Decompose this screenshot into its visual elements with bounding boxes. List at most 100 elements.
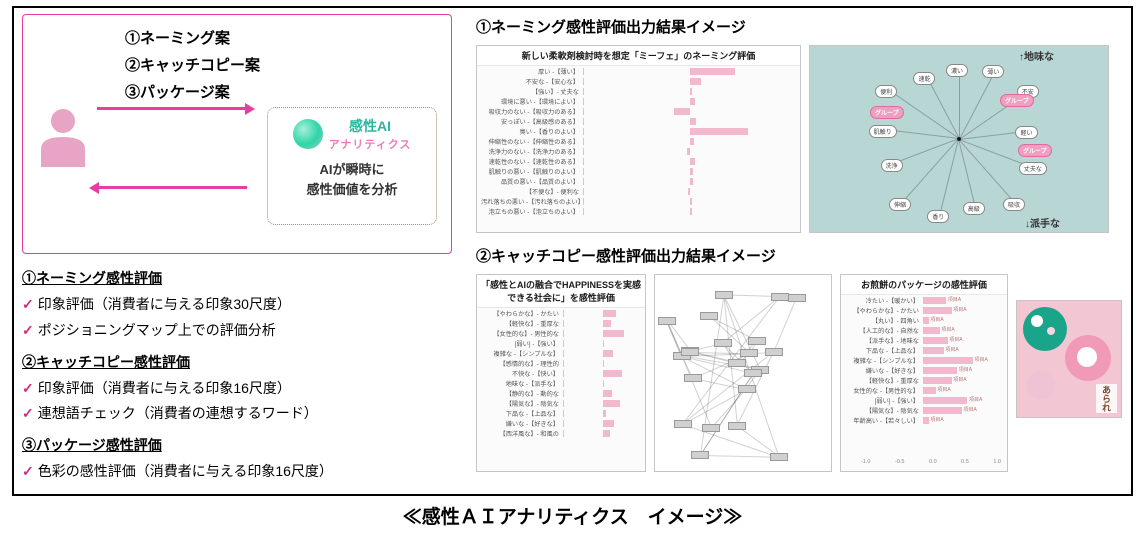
package-bar-chart: お煎餅のパッケージの感性評価 冷たい -【暖かい】項目A【やわらかな】- かたい…	[840, 274, 1008, 472]
flow-box: ①ネーミング案 ②キャッチコピー案 ③パッケージ案	[22, 14, 452, 254]
bar-row: [弱い] -【強い】項目A	[841, 395, 1007, 405]
map-word: 速乾	[913, 72, 935, 85]
network-node	[744, 369, 762, 377]
bar-row: 【西洋風な】- 和風の	[477, 428, 645, 438]
network-node	[788, 294, 806, 302]
detail-heading: ①ネーミング感性評価	[22, 266, 462, 292]
input-item-copy: ②キャッチコピー案	[125, 52, 439, 79]
chart1-title: 新しい柔軟剤検討時を想定「ミーフェ」のネーミング評価	[477, 46, 800, 66]
map-word: 濃い	[946, 64, 968, 77]
person-icon	[37, 105, 89, 169]
bar-label: 【派手な】- 地味な	[845, 336, 923, 345]
left-panel: ①ネーミング案 ②キャッチコピー案 ③パッケージ案	[22, 14, 462, 488]
bar-label: 環境に悪い -【環境によい】	[481, 97, 583, 106]
bar-row: 品質の悪い -【品質のよい】	[477, 176, 800, 186]
input-item-naming: ①ネーミング案	[125, 25, 439, 52]
bar-row: 嫌いな -【好きな】項目A	[841, 365, 1007, 375]
bar-label: 複雑な -【シンプルな】	[845, 356, 923, 365]
bar-row: 嫌いな -【好きな】	[477, 418, 645, 428]
network-node	[714, 339, 732, 347]
figure-caption: ≪感性ＡＩアナリティクス イメージ≫	[0, 502, 1145, 529]
network-node	[691, 451, 709, 459]
positioning-map: ↑地味な ↓派手な 濃い薄い不安軽い丈夫な吸収高級香り伸縮洗浄肌触り便利速乾グル…	[809, 45, 1109, 233]
flow-arrows	[97, 95, 257, 189]
bar-label: [弱い] -【強い】	[481, 339, 563, 348]
map-word: 洗浄	[881, 159, 903, 172]
bar-label: 嫌いな -【好きな】	[845, 366, 923, 375]
bar-label: 不快な -【快い】	[481, 369, 563, 378]
bar-label: 臭い -【香りのよい】	[481, 127, 583, 136]
network-node	[728, 359, 746, 367]
bar-row: 複雑な -【シンプルな】項目A	[841, 355, 1007, 365]
association-network	[654, 274, 832, 472]
map-note-top: ↑地味な	[1019, 48, 1054, 63]
bar-row: 【不便な】- 便利な	[477, 186, 800, 196]
bar-label: 下品な -【上品な】	[481, 409, 563, 418]
copy-bar-chart: 「感性とAIの融合でHAPPINESSを実感できる社会に」を感性評価 【やわらか…	[476, 274, 646, 472]
bar-label: 【人工的な】- 自然な	[845, 326, 923, 335]
bar-row: 【女性的な】- 男性的な	[477, 328, 645, 338]
right-panel: ①ネーミング感性評価出力結果イメージ 新しい柔軟剤検討時を想定「ミーフェ」のネー…	[476, 14, 1123, 488]
bar-row: 【陽気な】- 陰気な	[477, 398, 645, 408]
chart2b-title: お煎餅のパッケージの感性評価	[841, 275, 1007, 295]
bar-row: 【丸い】- 四角い項目A	[841, 315, 1007, 325]
detail-point: 印象評価（消費者に与える印象30尺度）	[22, 292, 462, 318]
map-group: グループ	[1018, 144, 1052, 157]
bar-row: 【強い】- 丈夫な	[477, 86, 800, 96]
network-node	[702, 424, 720, 432]
network-node	[658, 317, 676, 325]
bar-row: 女性的な -【男性的な】項目A	[841, 385, 1007, 395]
bar-row: 安っぽい -【高級感のある】	[477, 116, 800, 126]
bar-row: 【軽快な】- 重厚な項目A	[841, 375, 1007, 385]
package-preview: あられ	[1016, 300, 1122, 418]
bar-row: 伸縮性のない -【伸縮性のある】	[477, 136, 800, 146]
detail-point: 印象評価（消費者に与える印象16尺度）	[22, 376, 462, 402]
bar3-x-axis: -1.0-0.50.00.51.0	[861, 459, 1001, 467]
detail-point: ポジショニングマップ上での評価分析	[22, 318, 462, 344]
network-node	[700, 312, 718, 320]
detail-heading: ③パッケージ感性評価	[22, 433, 462, 459]
bar-row: 冷たい -【暖かい】項目A	[841, 295, 1007, 305]
bar-label: 【強い】- 丈夫な	[481, 87, 583, 96]
network-node	[674, 420, 692, 428]
bar-label: 【陽気な】- 陰気な	[845, 406, 923, 415]
bar-row: 【やわらかな】- かたい項目A	[841, 305, 1007, 315]
bar-row: 汚れ落ちの悪い -【汚れ落ちのよい】	[477, 196, 800, 206]
network-node	[715, 291, 733, 299]
bar-label: 吸収力のない -【吸収力のある】	[481, 107, 583, 116]
bar-row: 地味な -【派手な】	[477, 378, 645, 388]
package-label: あられ	[1096, 384, 1117, 413]
naming-bar-chart: 新しい柔軟剤検討時を想定「ミーフェ」のネーミング評価 厚い -【薄い】不安な -…	[476, 45, 801, 233]
bar-label: 【感情的な】- 理性的	[481, 359, 563, 368]
bar-label: 安っぽい -【高級感のある】	[481, 117, 583, 126]
detail-point: 連想語チェック（消費者の連想するワード）	[22, 401, 462, 427]
bar-row: 肌触りの悪い -【肌触りのよい】	[477, 166, 800, 176]
bar-label: 泡立ちの悪い -【泡立ちのよい】	[481, 207, 583, 216]
map-word: 伸縮	[889, 198, 911, 211]
arrow-left-icon	[97, 186, 247, 189]
bar-label: 速乾性のない -【速乾性のある】	[481, 157, 583, 166]
bar-label: 厚い -【薄い】	[481, 67, 583, 76]
detail-list: ①ネーミング感性評価印象評価（消費者に与える印象30尺度）ポジショニングマップ上…	[22, 266, 462, 485]
ai-desc: AIが瞬時に 感性価値を分析	[276, 160, 428, 199]
ai-logo-icon	[293, 119, 323, 149]
bar-label: 複雑な -【シンプルな】	[481, 349, 563, 358]
bar-label: 品質の悪い -【品質のよい】	[481, 177, 583, 186]
bar-label: 【丸い】- 四角い	[845, 316, 923, 325]
map-word: 吸収	[1003, 198, 1025, 211]
bar-label: 不安な -【安心な】	[481, 77, 583, 86]
bar-row: 【陽気な】- 陰気な項目A	[841, 405, 1007, 415]
map-group: グループ	[870, 106, 904, 119]
map-word: 薄い	[982, 65, 1004, 78]
map-word: 肌触り	[869, 125, 897, 138]
network-node	[770, 453, 788, 461]
bar-row: 【やわらかな】- かたい	[477, 308, 645, 318]
ai-brand-main: 感性AI	[329, 116, 412, 136]
bar-label: 地味な -【派手な】	[481, 379, 563, 388]
bar-row: 不快な -【快い】	[477, 368, 645, 378]
chart2a-title: 「感性とAIの融合でHAPPINESSを実感できる社会に」を感性評価	[477, 275, 645, 308]
network-node	[738, 385, 756, 393]
bar-row: 不安な -【安心な】	[477, 76, 800, 86]
network-node	[771, 293, 789, 301]
map-word: 軽い	[1015, 126, 1037, 139]
